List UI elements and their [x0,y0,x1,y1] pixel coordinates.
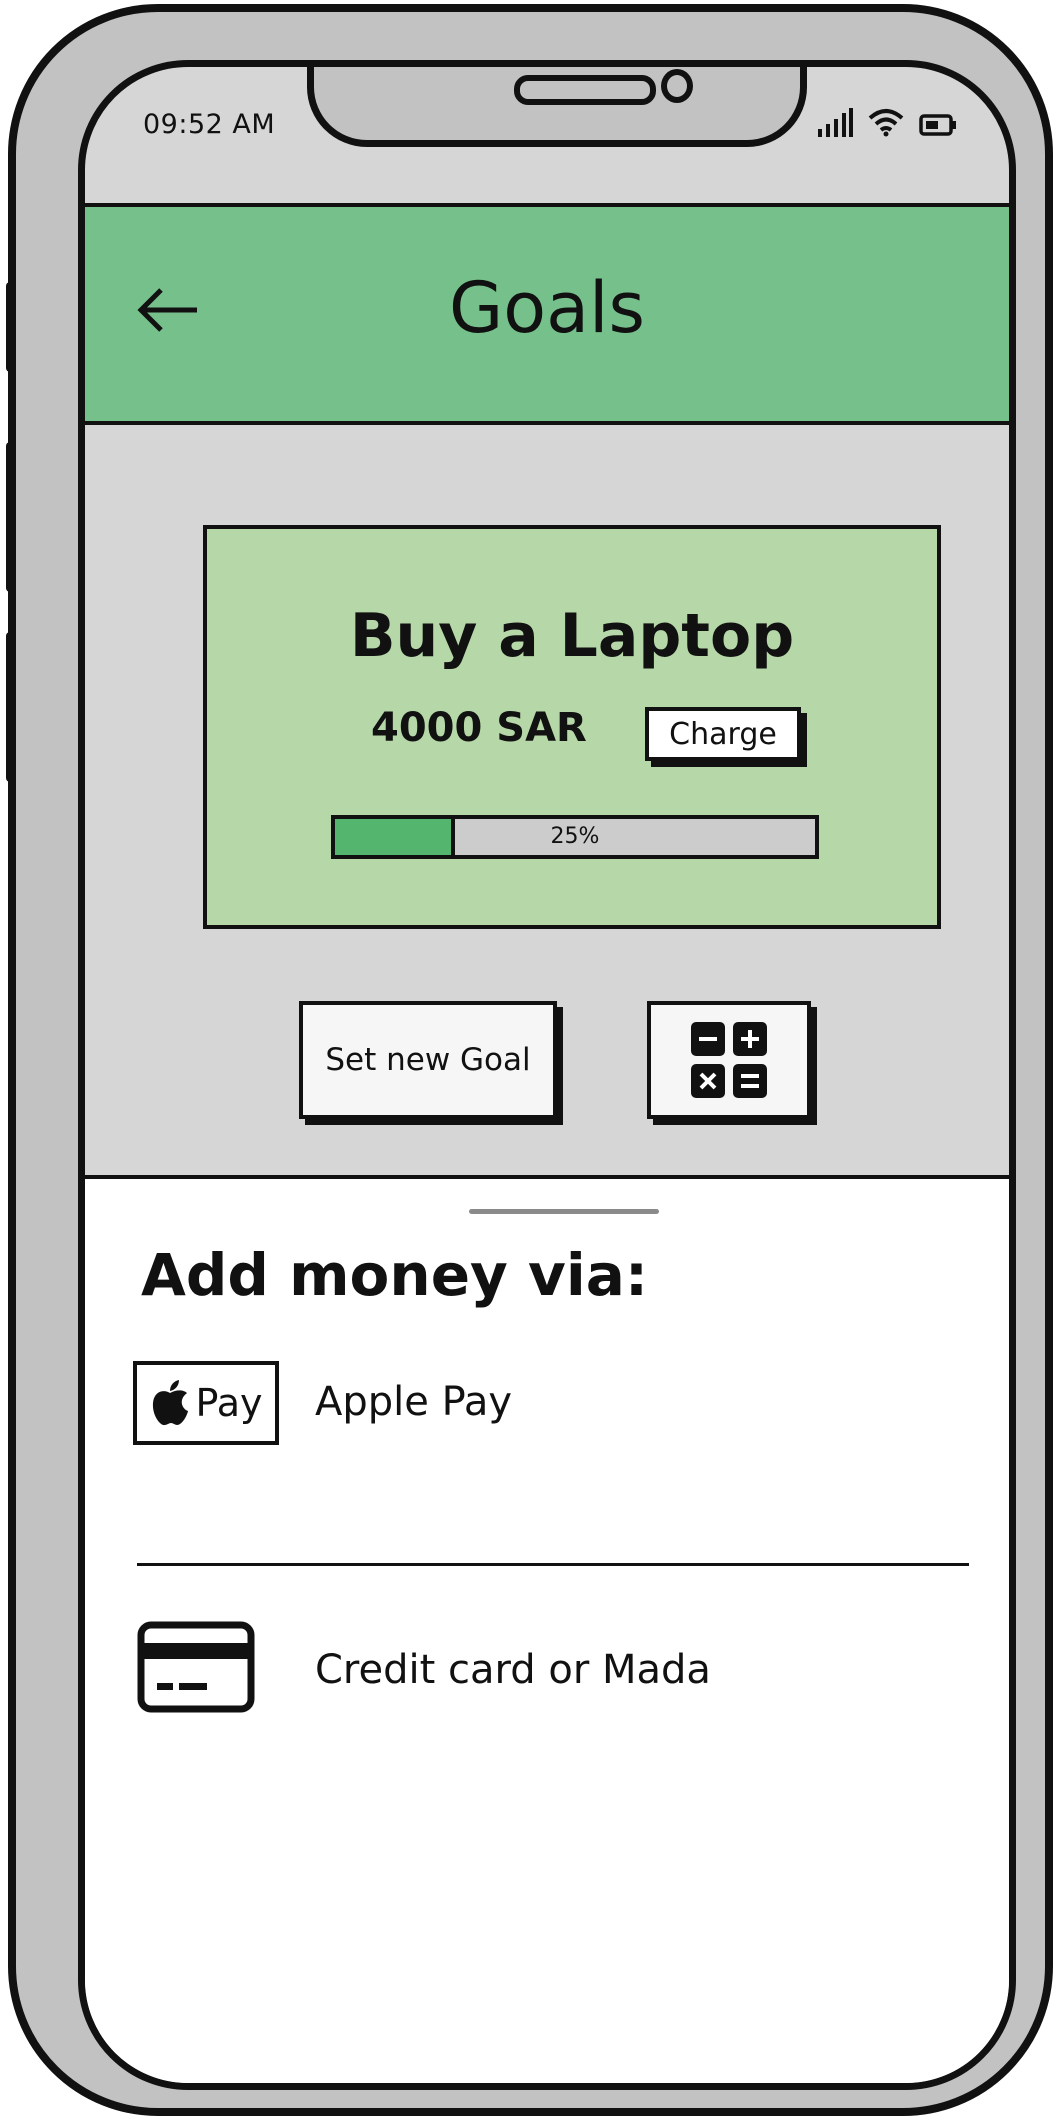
page-title: Goals [449,267,645,349]
phone-frame: 09:52 AM Goals Buy a Laptop 4000 SAR Cha… [6,4,1053,2116]
signal-icon [818,108,853,137]
sheet-grabber[interactable] [469,1209,659,1214]
set-new-goal-button[interactable]: Set new Goal [299,1001,557,1119]
payment-method-apple-pay[interactable]: Pay Apple Pay [133,1353,973,1453]
progress-label: 25% [550,824,600,849]
payment-method-label: Apple Pay [315,1379,513,1425]
goal-amount: 4000 SAR [371,705,587,751]
mute-switch [6,282,16,372]
volume-down-button [6,632,16,782]
wifi-icon [868,109,904,137]
apple-pay-icon: Pay [133,1361,279,1445]
goal-title: Buy a Laptop [349,601,795,671]
sheet-title: Add money via: [141,1241,649,1309]
charge-button[interactable]: Charge [645,707,801,761]
calculator-icon [691,1022,767,1098]
app-header: Goals [85,203,1009,425]
payment-method-credit-card[interactable]: Credit card or Mada [133,1621,973,1721]
divider [137,1563,969,1566]
status-icons [817,107,957,137]
notch [307,67,807,147]
calculator-button[interactable] [647,1001,811,1119]
phone-screen: 09:52 AM Goals Buy a Laptop 4000 SAR Cha… [78,60,1016,2090]
add-money-sheet: Add money via: Pay Apple Pay Credit card… [85,1175,1009,2083]
speaker-grille [514,75,656,105]
goal-card: Buy a Laptop 4000 SAR Charge 25% [203,525,941,929]
apple-pay-badge-text: Pay [195,1381,263,1425]
credit-card-icon [137,1621,255,1713]
apple-logo-icon [152,1380,188,1426]
volume-up-button [6,442,16,592]
status-time: 09:52 AM [143,109,276,140]
goal-progress-bar: 25% [331,815,819,859]
battery-icon [919,114,956,136]
front-camera [661,69,693,103]
payment-method-label: Credit card or Mada [315,1647,711,1693]
